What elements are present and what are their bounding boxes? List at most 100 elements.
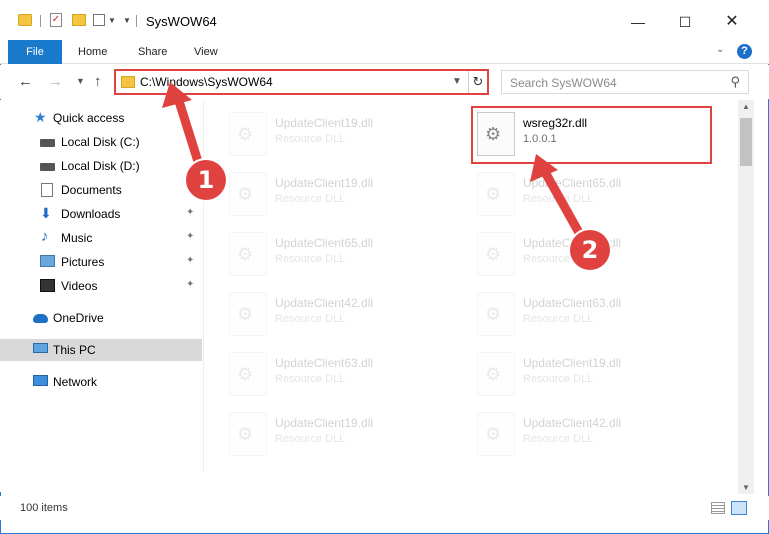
gear-icon: ⚙ — [237, 304, 254, 324]
status-bar: 100 items — [0, 496, 769, 520]
gear-icon: ⚙ — [485, 304, 502, 324]
file-name: UpdateClient63.dll — [275, 356, 374, 370]
navigation-bar: ← → ▼ ↑ C:\Windows\SysWOW64 ▼ ↻ Search S… — [0, 65, 769, 99]
file-name: UpdateClient19.dll — [275, 416, 374, 430]
vertical-scrollbar[interactable]: ▲ ▼ — [738, 100, 754, 494]
sidebar-item-label: Pictures — [61, 255, 105, 269]
large-icons-view-icon[interactable] — [731, 501, 747, 515]
scroll-thumb[interactable] — [740, 118, 752, 166]
sidebar-item-label: Network — [53, 375, 98, 389]
rename-icon[interactable] — [93, 14, 105, 26]
gear-icon: ⚙ — [237, 124, 254, 144]
sidebar-item-label: Documents — [61, 183, 122, 197]
recent-locations-icon[interactable]: ▼ — [76, 76, 85, 86]
file-item[interactable]: ⚙ UpdateClient63.dll Resource DLL — [227, 346, 467, 402]
star-icon: ★ — [34, 109, 47, 125]
pin-icon[interactable]: ✦ — [186, 279, 194, 290]
file-item[interactable]: ⚙ UpdateClient19.dll Resource DLL — [227, 406, 467, 462]
callout-step-2: 2 — [570, 230, 610, 270]
file-name: UpdateClient63.dll — [523, 296, 622, 310]
disk-icon — [40, 163, 55, 171]
refresh-button[interactable]: ↻ — [468, 71, 487, 93]
up-button[interactable]: ↑ — [94, 73, 102, 90]
file-name: UpdateClient65.dll — [275, 236, 374, 250]
file-name: UpdateClient42.dll — [275, 296, 374, 310]
pin-icon[interactable]: ✦ — [186, 255, 194, 266]
dll-file-icon: ⚙ — [477, 412, 515, 456]
dll-file-icon: ⚙ — [229, 112, 267, 156]
picture-icon — [40, 255, 55, 267]
file-type: Resource DLL — [275, 193, 346, 205]
chevron-down-icon[interactable]: ⌄ — [716, 44, 724, 55]
scroll-up-icon[interactable]: ▲ — [742, 102, 750, 111]
item-count: 100 items — [20, 502, 68, 514]
search-placeholder: Search SysWOW64 — [510, 76, 617, 90]
sidebar-item-pictures[interactable]: Pictures ✦ — [0, 251, 202, 273]
gear-icon: ⚙ — [237, 244, 254, 264]
pin-icon[interactable]: ✦ — [186, 231, 194, 242]
file-type: Resource DLL — [523, 313, 594, 325]
sidebar-item-label: Downloads — [61, 207, 121, 221]
file-item[interactable]: ⚙ UpdateClient19.dll Resource DLL — [227, 106, 467, 162]
file-item[interactable]: ⚙ UpdateClient42.dll Resource DLL — [475, 406, 715, 462]
dll-file-icon: ⚙ — [229, 412, 267, 456]
customize-toolbar-icon[interactable]: ▼ — [123, 16, 131, 25]
help-icon[interactable]: ? — [737, 44, 752, 59]
scroll-down-icon[interactable]: ▼ — [742, 483, 750, 492]
tab-share[interactable]: Share — [126, 40, 179, 64]
dll-file-icon: ⚙ — [477, 292, 515, 336]
forward-button[interactable]: → — [48, 73, 63, 90]
tab-home[interactable]: Home — [66, 40, 119, 64]
sidebar-item-local-disk-c[interactable]: Local Disk (C:) — [0, 131, 202, 153]
pin-icon[interactable]: ✦ — [186, 207, 194, 218]
file-type: Resource DLL — [275, 253, 346, 265]
minimize-button[interactable]: — — [615, 8, 661, 36]
search-icon[interactable]: ⚲ — [730, 74, 740, 90]
sidebar-item-network[interactable]: Network — [0, 371, 202, 393]
file-item[interactable]: ⚙ UpdateClient65.dll Resource DLL — [475, 166, 715, 222]
sidebar-item-label: This PC — [53, 343, 96, 357]
gear-icon: ⚙ — [485, 244, 502, 264]
search-input[interactable]: Search SysWOW64 ⚲ — [501, 70, 749, 94]
sidebar-item-label: Music — [61, 231, 93, 245]
close-button[interactable]: ✕ — [709, 8, 755, 36]
chevron-down-icon[interactable]: ▼ — [108, 16, 116, 25]
folder-icon — [18, 14, 32, 26]
properties-check-icon[interactable]: ✓ — [50, 13, 62, 27]
details-view-icon[interactable] — [711, 502, 725, 514]
tab-view[interactable]: View — [182, 40, 230, 64]
address-path[interactable]: C:\Windows\SysWOW64 — [140, 75, 273, 89]
download-icon: ⬇ — [40, 205, 52, 221]
sidebar-item-this-pc[interactable]: This PC — [0, 339, 202, 361]
file-name: UpdateClient42.dll — [523, 416, 622, 430]
disk-icon — [40, 139, 55, 147]
sidebar-item-onedrive[interactable]: OneDrive — [0, 307, 202, 329]
pc-icon — [33, 343, 48, 353]
file-type: Resource DLL — [523, 193, 594, 205]
file-item[interactable]: ⚙ UpdateClient19.dll Resource DLL — [227, 166, 467, 222]
tab-file[interactable]: File — [8, 40, 62, 64]
document-icon — [41, 183, 53, 197]
gear-icon: ⚙ — [237, 364, 254, 384]
sidebar-item-label: Videos — [61, 279, 98, 293]
sidebar-item-local-disk-d[interactable]: Local Disk (D:) — [0, 155, 202, 177]
file-item[interactable]: ⚙ UpdateClient65.dll Resource DLL — [227, 226, 467, 282]
pane-divider[interactable] — [203, 100, 204, 472]
sidebar-item-downloads[interactable]: ⬇ Downloads ✦ — [0, 203, 202, 225]
new-folder-icon[interactable] — [72, 14, 86, 26]
address-bar[interactable]: C:\Windows\SysWOW64 ▼ ↻ — [114, 69, 489, 95]
gear-icon: ⚙ — [237, 184, 254, 204]
file-item[interactable]: ⚙ UpdateClient63.dll Resource DLL — [475, 286, 715, 342]
sidebar-item-documents[interactable]: Documents ✦ — [0, 179, 202, 201]
back-button[interactable]: ← — [18, 73, 33, 90]
file-item[interactable]: ⚙ UpdateClient42.dll Resource DLL — [227, 286, 467, 342]
sidebar-item-music[interactable]: ♪ Music ✦ — [0, 227, 202, 249]
maximize-button[interactable]: ☐ — [662, 8, 708, 36]
sidebar-item-label: Local Disk (D:) — [61, 159, 140, 173]
chevron-down-icon[interactable]: ▼ — [452, 76, 462, 87]
file-name: UpdateClient19.dll — [275, 116, 374, 130]
sidebar-item-videos[interactable]: Videos ✦ — [0, 275, 202, 297]
sidebar-item-quick-access[interactable]: ★ Quick access — [0, 107, 202, 129]
sidebar-item-label: Local Disk (C:) — [61, 135, 140, 149]
file-item[interactable]: ⚙ UpdateClient19.dll Resource DLL — [475, 346, 715, 402]
